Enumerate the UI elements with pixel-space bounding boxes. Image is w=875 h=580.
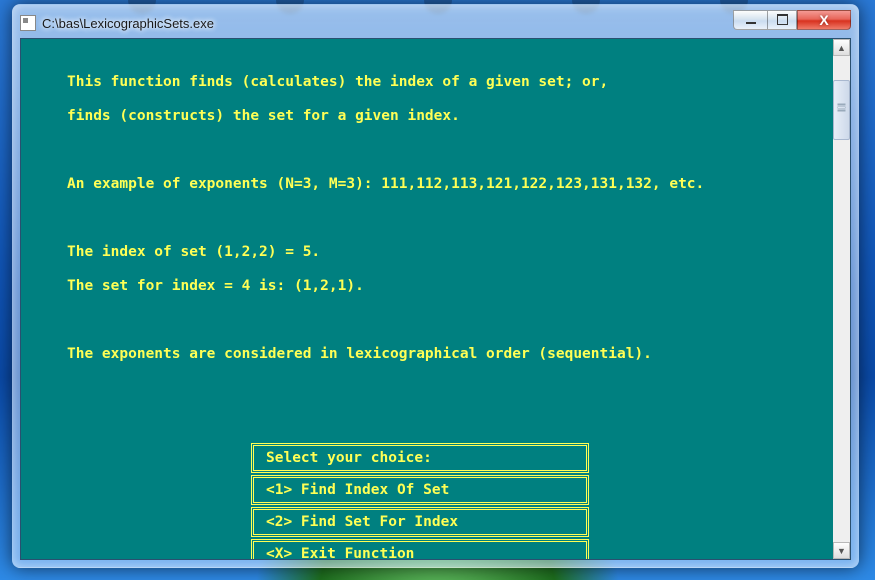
desc-index-of-set: The index of set (1,2,2) = 5. [29, 244, 850, 261]
maximize-icon [777, 14, 788, 25]
menu-item-find-index[interactable]: <1> Find Index Of Set [251, 475, 589, 505]
desc-line: This function finds (calculates) the ind… [29, 74, 850, 91]
desc-set-for-index: The set for index = 4 is: (1,2,1). [29, 278, 850, 295]
window-title: C:\bas\LexicographicSets.exe [42, 16, 214, 31]
desc-lex-order: The exponents are considered in lexicogr… [29, 346, 850, 363]
vertical-scrollbar[interactable]: ▲ ▼ [833, 39, 850, 559]
chevron-up-icon: ▲ [837, 43, 846, 53]
scroll-track[interactable] [833, 56, 850, 542]
desc-line: finds (constructs) the set for a given i… [29, 108, 850, 125]
close-icon: X [819, 12, 828, 28]
menu-box: Select your choice: <1> Find Index Of Se… [251, 443, 589, 560]
scroll-thumb[interactable] [833, 80, 850, 140]
window-control-buttons: X [733, 17, 851, 30]
scroll-down-button[interactable]: ▼ [833, 542, 850, 559]
console-output: This function finds (calculates) the ind… [21, 39, 850, 397]
menu-item-exit[interactable]: <X> Exit Function [251, 539, 589, 560]
scroll-up-button[interactable]: ▲ [833, 39, 850, 56]
maximize-button[interactable] [767, 10, 797, 30]
console-window: C:\bas\LexicographicSets.exe X This func… [12, 4, 859, 568]
console-client-area: This function finds (calculates) the ind… [20, 38, 851, 560]
menu-item-find-set[interactable]: <2> Find Set For Index [251, 507, 589, 537]
app-icon [20, 15, 36, 31]
desktop: C:\bas\LexicographicSets.exe X This func… [0, 0, 875, 580]
minimize-button[interactable] [733, 10, 767, 30]
close-button[interactable]: X [797, 10, 851, 30]
menu-prompt: Select your choice: [251, 443, 589, 473]
desc-example: An example of exponents (N=3, M=3): 111,… [29, 176, 850, 193]
minimize-icon [746, 22, 756, 24]
titlebar[interactable]: C:\bas\LexicographicSets.exe X [20, 12, 851, 34]
chevron-down-icon: ▼ [837, 546, 846, 556]
